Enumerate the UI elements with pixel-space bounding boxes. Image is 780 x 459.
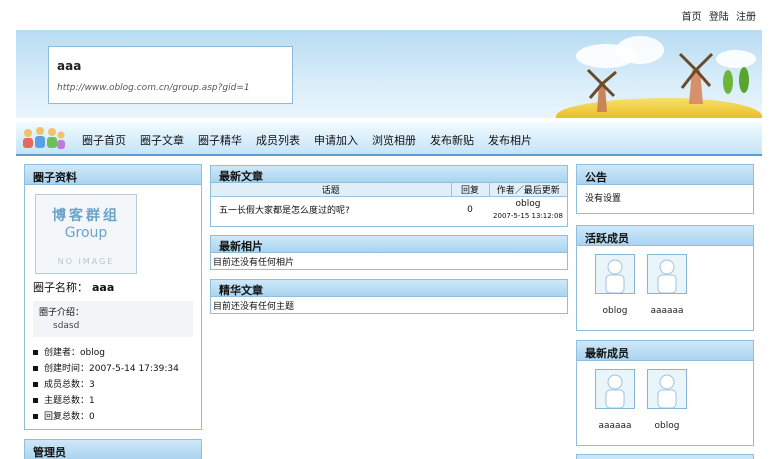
tree-icon (723, 67, 749, 94)
avatar[interactable] (595, 254, 635, 294)
admin-panel: 管理员 (24, 439, 202, 459)
newest-members-panel: 最新成员 aaaaaa oblog (576, 340, 754, 446)
group-url[interactable]: http://www.oblog.com.cn/group.asp?gid=1 (57, 83, 250, 93)
article-author[interactable]: oblog (489, 198, 567, 210)
panel-title: 最新成员 (577, 341, 753, 361)
extra-panel (576, 454, 754, 459)
panel-title: 精华文章 (211, 280, 567, 297)
group-intro-value: sdasd (53, 321, 80, 331)
table-row: 五一长假大家都是怎么度过的呢? 0 oblog 2007-5-15 13:12:… (211, 197, 567, 223)
stat-creator: 创建者：oblog (33, 345, 179, 361)
nav-group-featured[interactable]: 圈子精华 (198, 132, 242, 148)
nav-upload-photo[interactable]: 发布相片 (488, 132, 532, 148)
empty-photos-message: 目前还没有任何相片 (213, 258, 295, 268)
panel-title: 最新文章 (211, 166, 567, 183)
notice-panel: 公告 没有设置 (576, 164, 754, 214)
windmill-icon (678, 52, 714, 104)
col-topic: 话题 (211, 183, 452, 197)
panel-title: 活跃成员 (577, 226, 753, 246)
nav-browse-album[interactable]: 浏览相册 (372, 132, 416, 148)
member-name[interactable]: oblog (647, 421, 687, 431)
group-profile-panel: 圈子资料 博客群组 Group NO IMAGE 圈子名称： aaa 圈子介绍： … (24, 164, 202, 430)
logo-text: 博客群组 (52, 208, 120, 224)
featured-articles-panel: 精华文章 目前还没有任何主题 (210, 279, 568, 314)
top-links: 首页 登陆 注册 (678, 8, 756, 23)
group-title: aaa (57, 59, 82, 73)
nav-group-articles[interactable]: 圈子文章 (140, 132, 184, 148)
avatar[interactable] (647, 369, 687, 409)
panel-title: 最新相片 (211, 236, 567, 253)
article-replies: 0 (467, 204, 473, 215)
col-author: 作者／最后更新 (489, 183, 567, 197)
article-updated: 2007-5-15 13:12:08 (493, 211, 563, 220)
nav-apply-join[interactable]: 申请加入 (314, 132, 358, 148)
user-icon (605, 259, 625, 293)
member-name[interactable]: aaaaaa (647, 306, 687, 316)
login-link[interactable]: 登陆 (709, 12, 729, 23)
people-icon (23, 127, 65, 149)
group-intro-label: 圈子介绍： (39, 308, 85, 318)
active-members-panel: 活跃成员 oblog aaaaaa (576, 225, 754, 331)
group-info-box: aaa http://www.oblog.com.cn/group.asp?gi… (48, 46, 293, 104)
member-card[interactable]: aaaaaa (647, 254, 687, 316)
latest-articles-panel: 最新文章 话题 回复 作者／最后更新 五一长假大家都是怎么度过的呢? 0 obl… (210, 165, 568, 227)
windmill-icon (586, 68, 617, 112)
avatar[interactable] (595, 369, 635, 409)
panel-title: 圈子资料 (25, 165, 201, 185)
user-icon (605, 374, 625, 408)
logo-text: NO IMAGE (57, 257, 115, 266)
register-link[interactable]: 注册 (736, 12, 756, 23)
stat-topic-count: 主题总数：1 (33, 393, 179, 409)
nav-member-list[interactable]: 成员列表 (256, 132, 300, 148)
member-card[interactable]: oblog (647, 369, 687, 431)
main-nav: 圈子首页 圈子文章 圈子精华 成员列表 申请加入 浏览相册 发布新贴 发布相片 (16, 122, 762, 156)
nav-group-home[interactable]: 圈子首页 (82, 132, 126, 148)
member-card[interactable]: oblog (595, 254, 635, 316)
article-link[interactable]: 五一长假大家都是怎么度过的呢? (219, 206, 350, 216)
nav-new-post[interactable]: 发布新贴 (430, 132, 474, 148)
group-stats: 创建者：oblog 创建时间：2007-5-14 17:39:34 成员总数：3… (33, 345, 179, 425)
member-name[interactable]: aaaaaa (595, 421, 635, 431)
latest-photos-panel: 最新相片 目前还没有任何相片 (210, 235, 568, 270)
group-logo: 博客群组 Group NO IMAGE (35, 194, 137, 274)
group-name-label: 圈子名称： (33, 281, 88, 294)
user-icon (657, 374, 677, 408)
group-intro: 圈子介绍： sdasd (33, 301, 193, 337)
group-name-value: aaa (92, 281, 115, 294)
logo-text: Group (64, 225, 108, 241)
col-replies: 回复 (451, 183, 490, 197)
empty-featured-message: 目前还没有任何主题 (213, 302, 295, 312)
panel-title: 管理员 (25, 440, 201, 459)
home-link[interactable]: 首页 (682, 12, 702, 23)
panel-header (577, 455, 753, 459)
stat-created-time: 创建时间：2007-5-14 17:39:34 (33, 361, 179, 377)
member-name[interactable]: oblog (595, 306, 635, 316)
panel-title: 公告 (577, 165, 753, 185)
stat-reply-count: 回复总数：0 (33, 409, 179, 425)
group-name-row: 圈子名称： aaa (33, 279, 114, 295)
notice-text: 没有设置 (585, 194, 622, 204)
stat-member-count: 成员总数：3 (33, 377, 179, 393)
avatar[interactable] (647, 254, 687, 294)
articles-table: 话题 回复 作者／最后更新 五一长假大家都是怎么度过的呢? 0 oblog 20… (211, 183, 567, 223)
member-card[interactable]: aaaaaa (595, 369, 635, 431)
user-icon (657, 259, 677, 293)
